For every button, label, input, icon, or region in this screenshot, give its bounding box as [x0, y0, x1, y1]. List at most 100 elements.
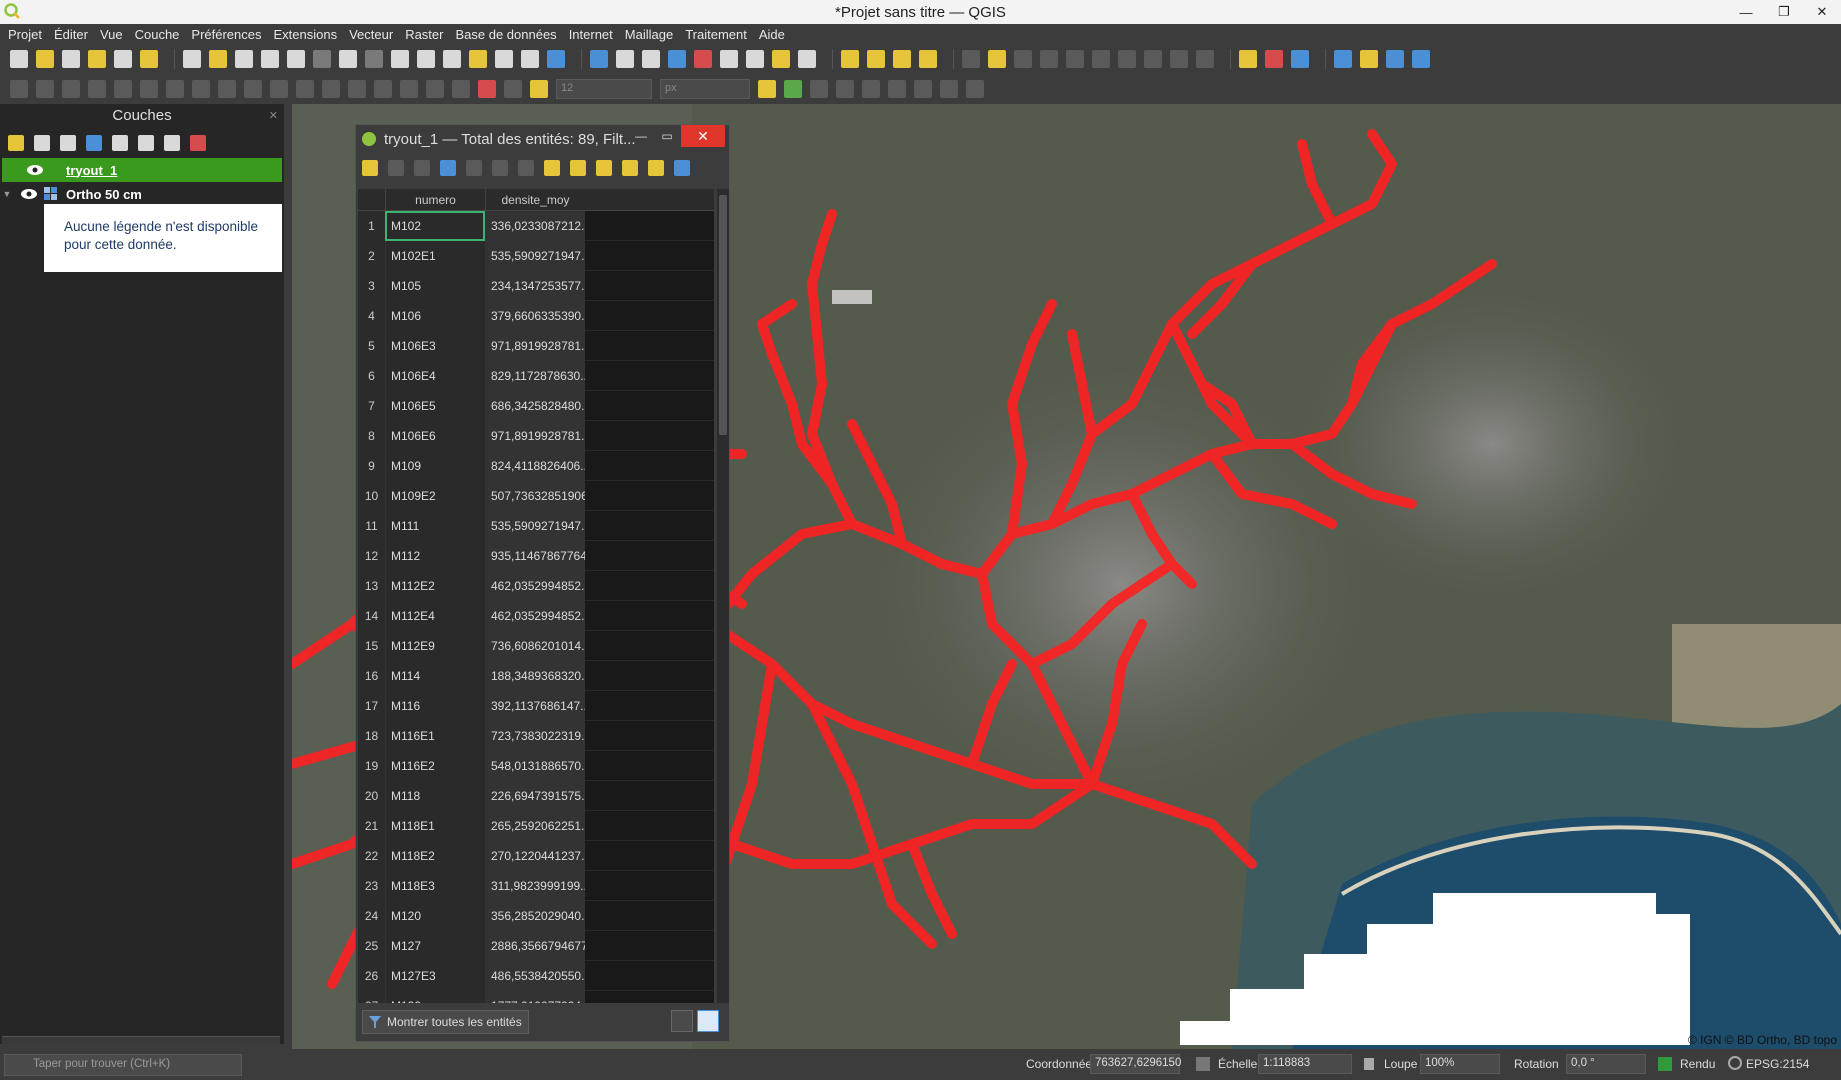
table-vscrollbar[interactable]	[717, 189, 729, 1003]
undo-icon[interactable]	[1170, 50, 1188, 68]
cell-numero[interactable]: M112E4	[385, 600, 485, 631]
rotate-icon[interactable]	[166, 80, 184, 98]
cell-numero[interactable]: M102	[385, 210, 485, 241]
toggle-editing-pencil-icon[interactable]	[362, 160, 378, 176]
row-number[interactable]: 7	[358, 390, 385, 421]
database-icon[interactable]	[1412, 50, 1430, 68]
table-row[interactable]: 13 M112E2 462,0352994852...	[358, 570, 714, 601]
add-feature-icon[interactable]	[1014, 50, 1032, 68]
collapse-all-icon[interactable]	[164, 135, 180, 151]
merge-icon[interactable]	[114, 80, 132, 98]
layer-item-ortho[interactable]: ▼ Ortho 50 cm	[0, 182, 284, 206]
cell-densite-moy[interactable]: 736,6086201014...	[485, 630, 585, 661]
table-row[interactable]: 7 M106E5 686,3425828480...	[358, 390, 714, 421]
cell-numero[interactable]: M118E1	[385, 810, 485, 841]
temporal-controller-icon[interactable]	[521, 50, 539, 68]
zoom-next-icon[interactable]	[417, 50, 435, 68]
cell-densite-moy[interactable]: 971,8919928781...	[485, 330, 585, 361]
add-part-icon[interactable]	[244, 80, 262, 98]
cell-numero[interactable]: M112	[385, 540, 485, 571]
scale-select[interactable]: 1:118883	[1258, 1054, 1352, 1074]
table-row[interactable]: 3 M105 234,1347253577...	[358, 270, 714, 301]
table-row[interactable]: 27M1321777,019077924...	[358, 990, 714, 1003]
attr-close-button[interactable]: ✕	[681, 125, 725, 147]
rotation-spinbox[interactable]: 0,0 °	[1566, 1054, 1646, 1074]
cell-numero[interactable]: M112E2	[385, 570, 485, 601]
row-number[interactable]: 2	[358, 240, 385, 271]
topology-icon[interactable]	[758, 80, 776, 98]
row-number[interactable]: 13	[358, 570, 385, 601]
row-number[interactable]: 21	[358, 810, 385, 841]
row-number[interactable]: 14	[358, 600, 385, 631]
cell-densite-moy[interactable]: 1777,019077924...	[485, 990, 585, 1003]
cell-densite-moy[interactable]: 971,8919928781...	[485, 420, 585, 451]
cell-densite-moy[interactable]: 311,9823999199...	[485, 870, 585, 901]
measure-icon[interactable]	[720, 50, 738, 68]
cell-densite-moy[interactable]: 270,1220441237...	[485, 840, 585, 871]
column-header-densite-moy[interactable]: densite_moy	[485, 189, 585, 210]
save-as-icon[interactable]	[88, 50, 106, 68]
cell-numero[interactable]: M118E2	[385, 840, 485, 871]
delete-feature-icon[interactable]	[492, 160, 508, 176]
visibility-eye-icon[interactable]	[26, 164, 44, 176]
cell-numero[interactable]: M105	[385, 270, 485, 301]
row-number[interactable]: 11	[358, 510, 385, 541]
cell-numero[interactable]: M106E4	[385, 360, 485, 391]
table-row[interactable]: 11 M111 535,5909271947...	[358, 510, 714, 541]
table-row[interactable]: 19 M116E2 548,0131886570...	[358, 750, 714, 781]
split-icon[interactable]	[88, 80, 106, 98]
table-row[interactable]: 20 M118 226,6947391575...	[358, 780, 714, 811]
locator-search-input[interactable]: Taper pour trouver (Ctrl+K)	[4, 1054, 242, 1076]
table-row[interactable]: 1 M102 336,0233087212...	[358, 210, 714, 241]
pan-to-selection-icon[interactable]	[209, 50, 227, 68]
table-row[interactable]: 14 M112E4 462,0352994852...	[358, 600, 714, 631]
column-header-numero[interactable]: numero	[385, 189, 485, 210]
crs-button[interactable]: EPSG:2154	[1746, 1057, 1809, 1071]
select-all-icon[interactable]	[596, 160, 612, 176]
cell-densite-moy[interactable]: 686,3425828480...	[485, 390, 585, 421]
collapse-arrow-icon[interactable]: ▼	[0, 189, 14, 199]
cell-numero[interactable]: M120	[385, 900, 485, 931]
menu-base-de-donnees[interactable]: Base de données	[455, 27, 556, 42]
panel-splitter[interactable]	[284, 104, 292, 1044]
maximize-button[interactable]: ❐	[1765, 0, 1803, 24]
pan-hand-icon[interactable]	[183, 50, 201, 68]
text-format-icon[interactable]	[452, 80, 470, 98]
filter-funnel-icon[interactable]	[648, 160, 664, 176]
cell-densite-moy[interactable]: 462,0352994852...	[485, 600, 585, 631]
table-row[interactable]: 4 M106 379,6606335390...	[358, 300, 714, 331]
field-calculator-icon[interactable]	[642, 50, 660, 68]
table-row[interactable]: 15 M112E9 736,6086201014...	[358, 630, 714, 661]
python-console-icon[interactable]	[1360, 50, 1378, 68]
table-row[interactable]: 22 M118E2 270,1220441237...	[358, 840, 714, 871]
curve-icon[interactable]	[862, 80, 880, 98]
row-number[interactable]: 6	[358, 360, 385, 391]
cell-densite-moy[interactable]: 507,736328519063	[485, 480, 585, 511]
expand-all-icon[interactable]	[138, 135, 154, 151]
label-pin-icon[interactable]	[1291, 50, 1309, 68]
settings-gear-icon[interactable]	[668, 50, 686, 68]
menu-extensions[interactable]: Extensions	[274, 27, 338, 42]
remove-layer-icon[interactable]	[190, 135, 206, 151]
open-project-icon[interactable]	[36, 50, 54, 68]
cell-numero[interactable]: M106E6	[385, 420, 485, 451]
row-number[interactable]: 24	[358, 900, 385, 931]
shape-circle-icon[interactable]	[888, 80, 906, 98]
row-number[interactable]: 10	[358, 480, 385, 511]
corner-header[interactable]	[358, 189, 385, 210]
row-number[interactable]: 23	[358, 870, 385, 901]
cell-densite-moy[interactable]: 226,6947391575...	[485, 780, 585, 811]
invert-selection-icon[interactable]	[622, 160, 638, 176]
row-number[interactable]: 4	[358, 300, 385, 331]
cell-numero[interactable]: M114	[385, 660, 485, 691]
table-row[interactable]: 25 M127 2886,35667946773	[358, 930, 714, 961]
cell-densite-moy[interactable]: 723,7383022319...	[485, 720, 585, 751]
table-row[interactable]: 23 M118E3 311,9823999199...	[358, 870, 714, 901]
snap-tolerance-input[interactable]: 12	[556, 79, 652, 99]
table-row[interactable]: 9 M109 824,4118826406...	[358, 450, 714, 481]
avoid-overlap-icon[interactable]	[784, 80, 802, 98]
layer-item-tryout-1[interactable]: tryout_1	[2, 158, 282, 182]
menu-vecteur[interactable]: Vecteur	[349, 27, 393, 42]
cell-numero[interactable]: M109E2	[385, 480, 485, 511]
zoom-out-icon[interactable]	[261, 50, 279, 68]
